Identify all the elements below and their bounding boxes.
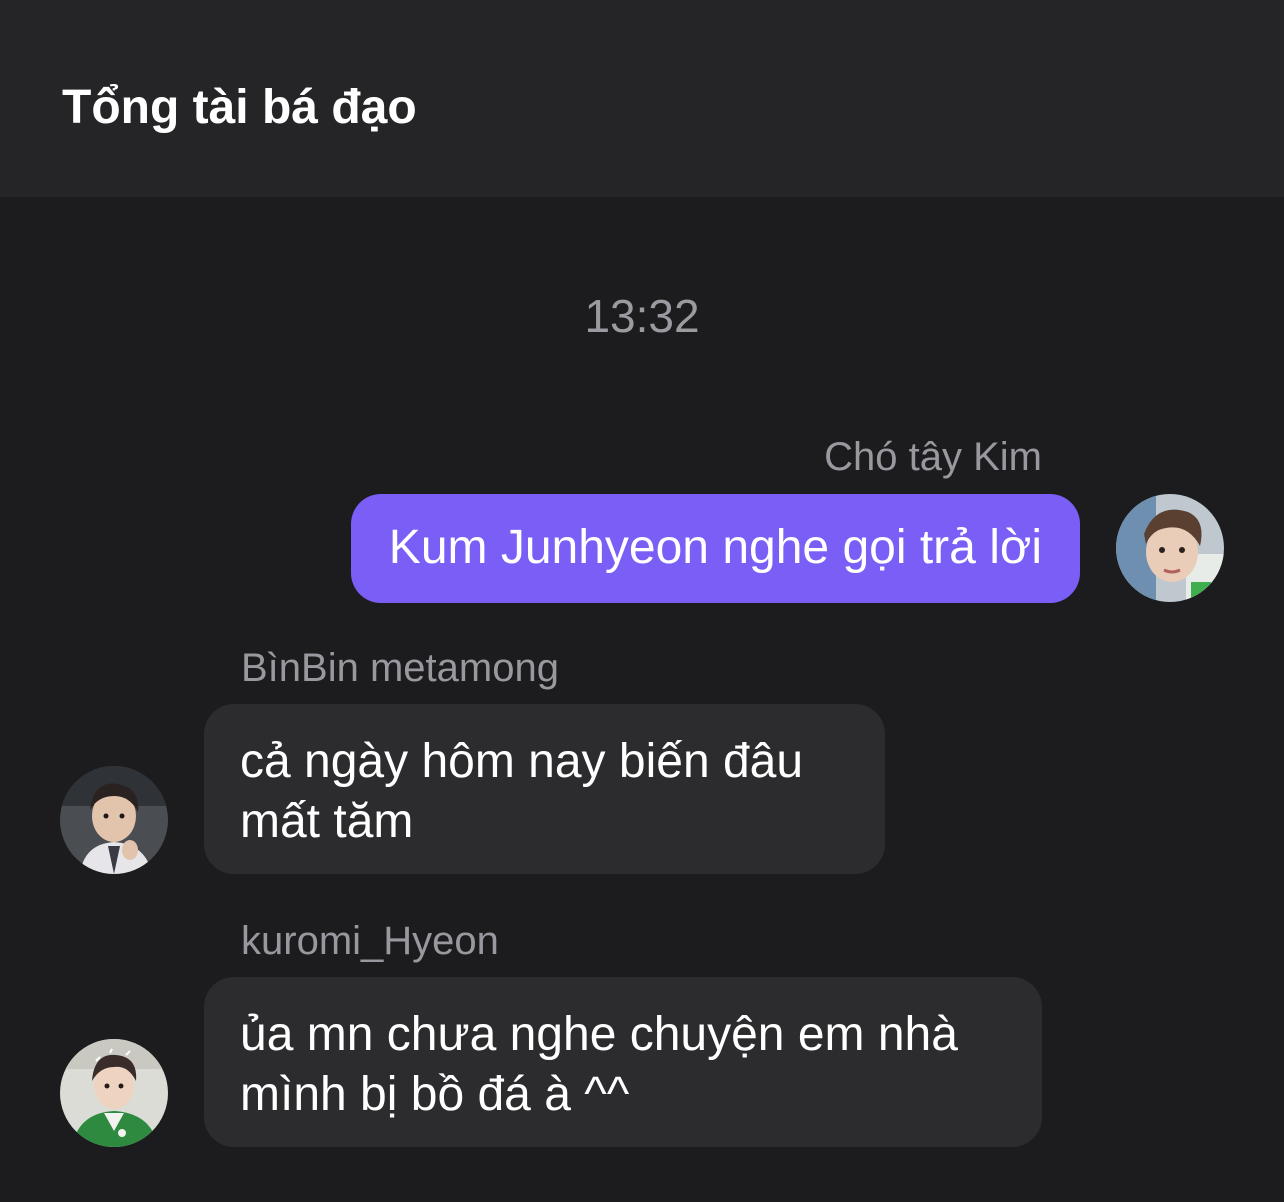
sender-name: Chó tây Kim <box>824 435 1042 479</box>
avatar-photo-icon <box>60 766 168 874</box>
avatar-photo-icon <box>60 1039 168 1147</box>
avatar[interactable] <box>60 1039 168 1147</box>
message-timestamp: 13:32 <box>584 290 700 342</box>
sender-name: kuromi_Hyeon <box>241 919 499 963</box>
avatar[interactable] <box>1116 494 1224 602</box>
message-bubble-outgoing[interactable]: Kum Junhyeon nghe gọi trả lời <box>350 494 1080 603</box>
message-bubble-incoming[interactable]: cả ngày hôm nay biến đâu mất tăm <box>204 704 885 874</box>
avatar[interactable] <box>60 766 168 874</box>
chat-header: Tổng tài bá đạo <box>0 0 1284 197</box>
avatar-photo-icon <box>1116 494 1224 602</box>
chat-title[interactable]: Tổng tài bá đạo <box>62 78 417 138</box>
sender-name: BìnBin metamong <box>241 646 559 690</box>
message-bubble-incoming[interactable]: ủa mn chưa nghe chuyện em nhà mình bị bồ… <box>204 977 1042 1147</box>
